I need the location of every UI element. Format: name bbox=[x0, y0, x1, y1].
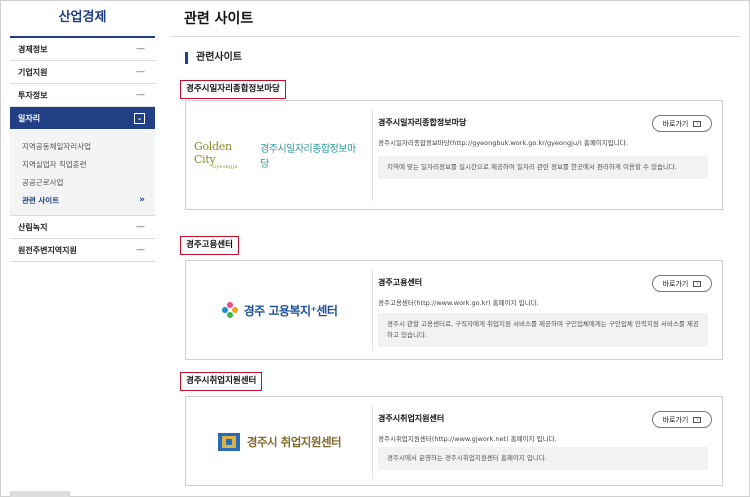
site-description: 경주고용센터(http://www.work.go.kr) 홈페이지 입니다. bbox=[378, 299, 539, 307]
go-button-label: 바로가기 bbox=[662, 279, 689, 288]
logo-text: 경주 고용복지⁺센터 bbox=[243, 303, 338, 318]
sidebar-item-label: 산림녹지 bbox=[18, 222, 48, 232]
group-label: 경주시일자리종합정보마당 bbox=[180, 80, 286, 99]
site-card: Golden City Gyeongju 경주시일자리종합정보마당 경주시일자리… bbox=[185, 100, 723, 210]
site-note: 경주시에서 운영하는 경주시취업지원센터 홈페이지 입니다. bbox=[378, 447, 708, 470]
go-button[interactable]: 바로가기 › bbox=[652, 411, 712, 428]
job-support-center-logo: 경주시 취업지원센터 bbox=[194, 407, 364, 477]
logo-text: 경주시 취업지원센터 bbox=[246, 435, 342, 449]
group-label: 경주고용센터 bbox=[180, 236, 239, 255]
sidebar-subitem-public-works[interactable]: 공공근로사업 bbox=[10, 173, 155, 191]
page-title: 관련 사이트 bbox=[184, 11, 254, 27]
site-card: 경주시 취업지원센터 경주시취업지원센터 경주시취업지원센터(http://ww… bbox=[185, 396, 723, 486]
collapse-icon: — bbox=[136, 245, 145, 255]
sidebar-item-economy-info[interactable]: 경제정보 — bbox=[10, 38, 155, 61]
sidebar-item-jobs[interactable]: 일자리 ⌄ bbox=[10, 107, 155, 129]
external-link-icon: › bbox=[693, 120, 702, 127]
site-name: 경주시일자리종합정보마당 bbox=[378, 118, 467, 127]
sidebar-item-business-support[interactable]: 기업지원 — bbox=[10, 61, 155, 84]
sidebar-item-label: 일자리 bbox=[18, 113, 41, 123]
collapse-icon: — bbox=[136, 222, 145, 232]
sidebar-item-label: 기업지원 bbox=[18, 67, 48, 77]
site-card: 경주 고용복지⁺센터 경주고용센터 경주고용센터(http://www.work… bbox=[185, 260, 723, 360]
site-description: 경주시취업지원센터(http://www.gjwork.net) 홈페이지 입니… bbox=[378, 435, 557, 443]
double-chevron-right-icon: » bbox=[139, 195, 145, 205]
job-center-emblem-icon bbox=[217, 433, 240, 451]
site-note: 경주시 관할 고용센터로, 구직자에게 취업지원 서비스를 제공하며 구인업체에… bbox=[378, 313, 708, 347]
collapse-icon: — bbox=[136, 90, 145, 100]
sidebar-title: 산업경제 bbox=[10, 0, 155, 38]
sidebar-subitem-label: 관련 사이트 bbox=[22, 195, 60, 205]
golden-city-logo: Golden City Gyeongju 경주시일자리종합정보마당 bbox=[194, 111, 364, 199]
sidebar-item-nuclear-area-support[interactable]: 원전주변지역지원 — bbox=[10, 239, 155, 262]
divider bbox=[372, 405, 373, 479]
site-name: 경주고용센터 bbox=[378, 278, 423, 287]
external-link-icon: › bbox=[693, 280, 702, 287]
sidebar-item-label: 경제정보 bbox=[18, 44, 48, 54]
logo-text: 경주시일자리종합정보마당 bbox=[260, 144, 356, 170]
divider bbox=[170, 36, 740, 37]
group-label: 경주시취업지원센터 bbox=[180, 372, 263, 391]
collapse-icon: — bbox=[136, 44, 145, 54]
go-button[interactable]: 바로가기 › bbox=[652, 275, 712, 292]
site-name: 경주시취업지원센터 bbox=[378, 414, 445, 423]
divider bbox=[372, 269, 373, 351]
sidebar-item-investment-info[interactable]: 투자정보 — bbox=[10, 84, 155, 107]
go-button-label: 바로가기 bbox=[662, 415, 689, 424]
scrollbar[interactable] bbox=[10, 491, 70, 497]
sidebar-subitem-job-training[interactable]: 지역실업자 직업훈련 bbox=[10, 155, 155, 173]
external-link-icon: › bbox=[693, 416, 702, 423]
sidebar: 산업경제 경제정보 — 기업지원 — 투자정보 — 일자리 ⌄ 지역공동체일자리… bbox=[10, 0, 155, 497]
chevron-down-icon: ⌄ bbox=[134, 112, 145, 124]
go-button[interactable]: 바로가기 › bbox=[652, 115, 712, 132]
go-button-label: 바로가기 bbox=[662, 119, 689, 128]
logo-text: Golden City bbox=[194, 140, 232, 166]
sidebar-item-forestry[interactable]: 산림녹지 — bbox=[10, 216, 155, 239]
sidebar-subitem-label: 지역공동체일자리사업 bbox=[22, 141, 91, 151]
sidebar-submenu: 지역공동체일자리사업 지역실업자 직업훈련 공공근로사업 관련 사이트 » bbox=[10, 129, 155, 216]
site-description: 경주시일자리종합정보마당(http://gyeongbuk.work.go.kr… bbox=[378, 139, 628, 147]
sidebar-subitem-label: 지역실업자 직업훈련 bbox=[22, 159, 87, 169]
sidebar-item-label: 원전주변지역지원 bbox=[18, 245, 77, 255]
sidebar-subitem-community-jobs[interactable]: 지역공동체일자리사업 bbox=[10, 137, 155, 155]
employment-center-icon bbox=[221, 302, 238, 318]
employment-center-logo: 경주 고용복지⁺센터 bbox=[194, 271, 364, 349]
collapse-icon: — bbox=[136, 67, 145, 77]
site-note: 지역에 맞는 일자리정보를 실시간으로 제공하여 일자리 관련 정보를 한곳에서… bbox=[378, 156, 708, 179]
section-heading: 관련사이트 bbox=[185, 52, 242, 64]
sidebar-subitem-related-sites[interactable]: 관련 사이트 » bbox=[10, 191, 155, 209]
divider bbox=[372, 109, 373, 201]
sidebar-subitem-label: 공공근로사업 bbox=[22, 177, 64, 187]
sidebar-item-label: 투자정보 bbox=[18, 90, 48, 100]
